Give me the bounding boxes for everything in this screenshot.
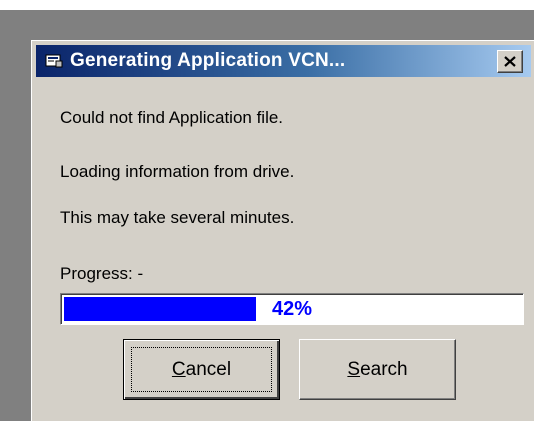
status-message-duration: This may take several minutes.	[60, 208, 295, 227]
progress-dialog: Generating Application VCN... Could not …	[31, 40, 534, 421]
status-message-file-not-found: Could not find Application file.	[60, 108, 284, 127]
window-title: Generating Application VCN...	[70, 50, 346, 71]
close-icon	[504, 52, 516, 71]
progress-percent: 42%	[61, 294, 523, 324]
close-button[interactable]	[497, 50, 523, 73]
cancel-button[interactable]: Cancel	[123, 339, 280, 400]
title-bar[interactable]: Generating Application VCN...	[36, 45, 531, 77]
search-button-label: Search	[347, 358, 408, 380]
cancel-button-label: Cancel	[171, 358, 232, 380]
progress-label: Progress: -	[60, 264, 144, 283]
app-icon	[44, 51, 64, 71]
status-message-loading: Loading information from drive.	[60, 162, 295, 181]
progress-percent-text: 42%	[271, 298, 313, 320]
progress-bar: 42%	[60, 293, 524, 325]
search-button[interactable]: Search	[299, 339, 456, 400]
